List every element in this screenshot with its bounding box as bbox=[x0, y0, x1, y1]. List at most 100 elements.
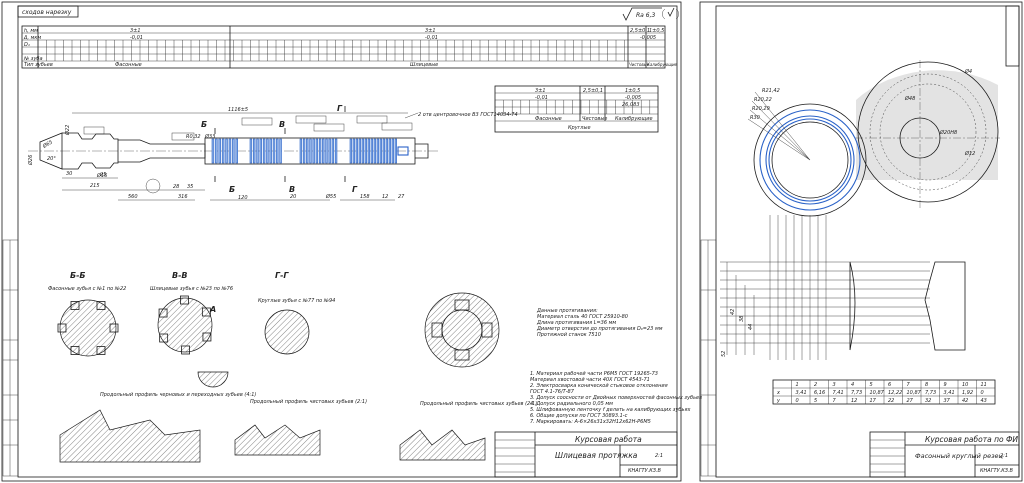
section-b-b: Б-Б Фасонные зубья с №1 по №22 bbox=[48, 271, 126, 357]
tooth bbox=[235, 138, 238, 164]
sheet1-scale: 2:1 bbox=[655, 453, 663, 459]
coord-cell: 4 bbox=[851, 382, 854, 388]
sheet2-code: КНАГТУ.КЗ.В bbox=[980, 468, 1014, 474]
sheet1-title: Курсовая работа bbox=[575, 435, 642, 444]
dim-215: 215 bbox=[90, 183, 100, 189]
type-shaped: Фасонные bbox=[115, 62, 142, 68]
coord-cell: 42 bbox=[962, 398, 968, 404]
tooth bbox=[358, 138, 361, 164]
tol-1: -0,01 bbox=[130, 35, 143, 41]
roughness-mark: Ra 6,3 bbox=[622, 7, 679, 21]
tooth bbox=[262, 138, 266, 164]
coord-cell: 11 bbox=[981, 382, 987, 388]
dim-d26: Ø26 bbox=[27, 155, 34, 166]
tooth bbox=[352, 138, 355, 164]
dim-560: 560 bbox=[128, 194, 138, 200]
tooth bbox=[266, 138, 269, 164]
row-label-h: h, мм bbox=[24, 28, 38, 34]
coord-cell: x bbox=[776, 390, 780, 396]
coord-cell: 1 bbox=[796, 382, 799, 388]
sheet1-title-block: Курсовая работа Шлицевая протяжка 2:1 КН… bbox=[494, 431, 678, 478]
section-g-title: Г-Г bbox=[275, 271, 289, 280]
coord-cell: 3,41 bbox=[944, 390, 955, 396]
section-v-title: В-В bbox=[172, 271, 188, 280]
dim-d48: Ø48 bbox=[904, 95, 915, 102]
row-label-d1: D₁ bbox=[24, 42, 30, 48]
section-v-v: В-В Шлицевые зубья с №23 по №76 А bbox=[150, 271, 233, 388]
coord-cell: 12,22 bbox=[888, 390, 902, 396]
section-b-subtitle: Фасонные зубья с №1 по №22 bbox=[48, 286, 126, 292]
coord-cell: 7,73 bbox=[925, 390, 936, 396]
profile-1: Продольный профиль черновых и переходных… bbox=[59, 392, 256, 463]
rt-type-1: Фасонные bbox=[535, 116, 562, 122]
dim-d12: Ø12 bbox=[964, 150, 975, 157]
group-3: 2,5±0,1 bbox=[630, 28, 650, 34]
vertical-dims: 52 42 38 44 bbox=[721, 262, 755, 357]
rt-type-3: Калибрующие bbox=[615, 116, 653, 122]
dim-d20h8: Ø20Н8 bbox=[939, 129, 957, 136]
cut-b-bottom: Б bbox=[229, 185, 235, 194]
dim-20: 20 bbox=[290, 194, 296, 200]
tooth bbox=[218, 138, 221, 164]
detail-a-view bbox=[197, 371, 229, 388]
section-g-subtitle: Круглые зубья с №77 по №94 bbox=[258, 298, 335, 304]
tooth bbox=[388, 138, 391, 164]
coord-cell: 3 bbox=[833, 382, 836, 388]
tooth bbox=[355, 138, 358, 164]
corner-label-box: сходов нарезку bbox=[17, 5, 79, 18]
group-2: 3±1 bbox=[425, 28, 436, 34]
projection-lines bbox=[720, 215, 930, 360]
group-1: 3±1 bbox=[130, 28, 141, 34]
tooth bbox=[302, 138, 306, 164]
coord-cell: 10 bbox=[962, 382, 968, 388]
drawing-canvas: сходов нарезку Ra 6,3 h, мм Δ, мкм D₁ № … bbox=[1, 1, 1023, 482]
type-calib: Калибрующие bbox=[647, 62, 678, 67]
coord-cell: 3,41 bbox=[796, 390, 807, 396]
coord-cell: 0 bbox=[981, 390, 984, 396]
sheet-1: сходов нарезку Ra 6,3 h, мм Δ, мкм D₁ № … bbox=[1, 1, 702, 482]
row-label-type: Тип зубьев bbox=[24, 62, 53, 68]
tooth bbox=[334, 138, 338, 164]
dim-158: 158 bbox=[360, 194, 370, 200]
tooth bbox=[315, 138, 319, 164]
tooth bbox=[276, 138, 279, 164]
center-hole-note: 2 отв центровочное В3 ГОСТ14034-74 bbox=[418, 112, 518, 118]
profile-2: Продольный профиль чистовых зубьев (2:1) bbox=[234, 399, 367, 456]
coord-cell: 12 bbox=[851, 398, 857, 404]
group-4: 1±0,5 bbox=[649, 28, 664, 34]
cut-b-top: Б bbox=[201, 120, 207, 129]
rt-tol-3: 26,083 bbox=[622, 102, 640, 108]
rt-bottom: Круглые bbox=[568, 125, 591, 131]
tooth bbox=[325, 138, 328, 164]
coord-cell: 8 bbox=[925, 382, 928, 388]
section-b-title: Б-Б bbox=[70, 271, 86, 280]
section-v-subtitle: Шлицевые зубья с №23 по №76 bbox=[150, 286, 233, 292]
tooth-grid bbox=[37, 40, 625, 61]
tooth bbox=[232, 138, 235, 164]
tooth bbox=[309, 138, 312, 164]
sheet1-part-name: Шлицевая протяжка bbox=[555, 451, 638, 460]
tooth bbox=[318, 138, 322, 164]
tooth bbox=[259, 138, 263, 164]
sheet2-part-name: Фасонный круглый резец bbox=[915, 452, 1004, 460]
coord-cell: 27 bbox=[907, 398, 914, 404]
dim-52: 52 bbox=[721, 351, 727, 357]
coord-cell: y bbox=[776, 398, 781, 404]
tooth bbox=[322, 138, 325, 164]
tooth bbox=[394, 138, 397, 164]
cut-g-bottom: Г bbox=[352, 185, 358, 194]
tooth bbox=[379, 138, 382, 164]
dim-25: 25 bbox=[100, 172, 106, 178]
tol-2: -0,01 bbox=[425, 35, 438, 41]
cut-g-top: Г bbox=[337, 104, 343, 113]
coord-cell: 6,16 bbox=[814, 390, 825, 396]
coord-cell: 17 bbox=[870, 398, 877, 404]
coordinate-table: 1 2 3 4 5 6 7 8 9 10 11x 3,41 6,16 7,41 7,73 10,87 12,22… bbox=[772, 379, 996, 405]
roughness-label: Ra 6,3 bbox=[636, 12, 655, 19]
rt-head-3: 1±0,5 bbox=[625, 88, 640, 94]
dim-d33: Ø33 bbox=[204, 133, 215, 140]
section-g-g: Г-Г Круглые зубья с №77 по №94 bbox=[258, 271, 335, 355]
coord-cell: 7,73 bbox=[851, 390, 862, 396]
coord-cell: 7 bbox=[907, 382, 911, 388]
dim-12: 12 bbox=[382, 194, 388, 200]
